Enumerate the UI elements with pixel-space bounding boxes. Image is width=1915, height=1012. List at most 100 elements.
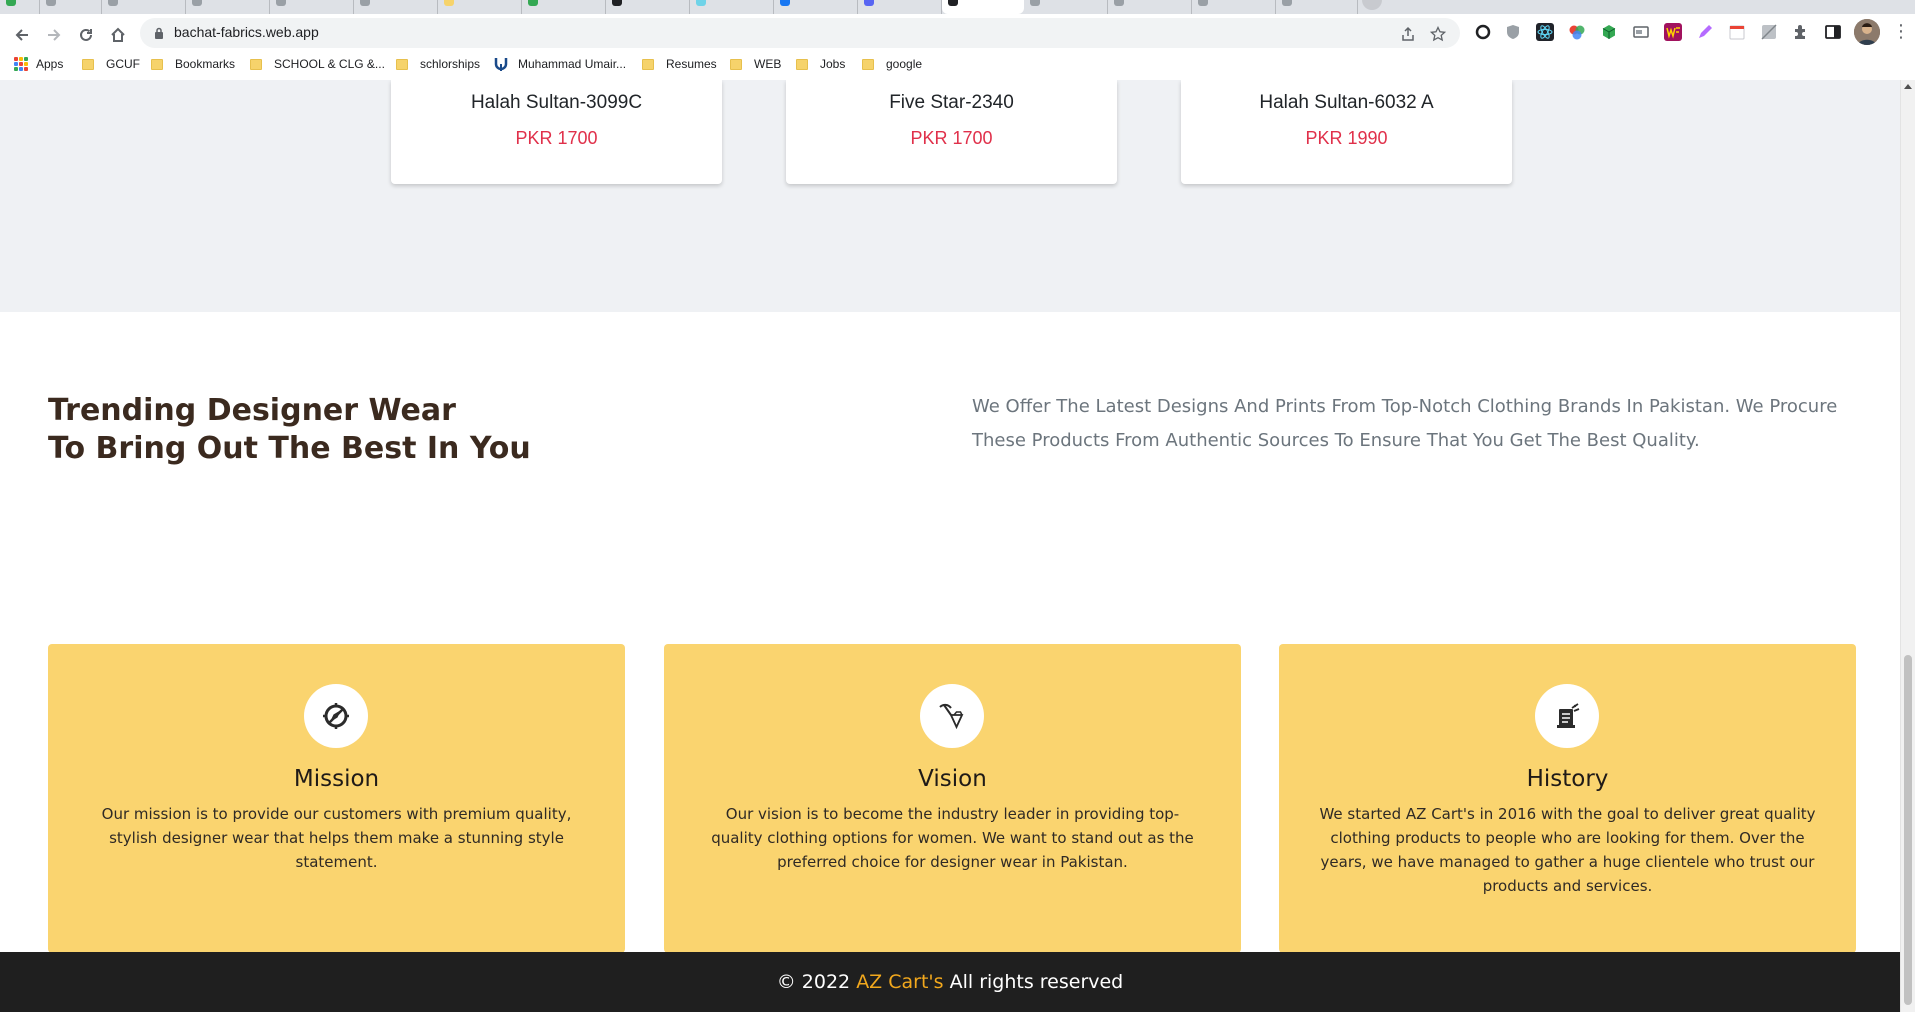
extension-color-icon[interactable] — [1568, 23, 1586, 41]
browser-tab[interactable] — [606, 0, 690, 14]
vision-card: Vision Our vision is to become the indus… — [664, 644, 1241, 953]
bookmark-label: Jobs — [820, 57, 846, 71]
headline-line-1: Trending Designer Wear — [48, 393, 456, 428]
diamond-pickaxe-icon — [939, 703, 964, 730]
browser-tab[interactable] — [522, 0, 606, 14]
footer-suffix: All rights reserved — [949, 971, 1124, 993]
forward-button[interactable] — [38, 19, 70, 51]
scroll-document-icon — [1557, 703, 1580, 728]
extension-sync-icon[interactable] — [1474, 23, 1492, 41]
product-card[interactable]: Five Star-2340 PKR 1700 — [786, 80, 1117, 184]
bookmark-button[interactable] — [1428, 24, 1448, 44]
browser-tab[interactable] — [1276, 0, 1358, 14]
bookmark-folder[interactable]: Resumes — [642, 52, 717, 76]
extension-pen-icon[interactable] — [1696, 23, 1714, 41]
page-viewport: Halah Sultan-3099C PKR 1700 Five Star-23… — [0, 80, 1900, 1012]
folder-icon — [642, 58, 654, 70]
bookmark-folder[interactable]: SCHOOL & CLG &... — [250, 52, 385, 76]
extension-wf-icon[interactable] — [1664, 23, 1682, 41]
footer-copyright: © 2022 AZ Cart's All rights reserved — [0, 952, 1900, 1012]
bookmark-label: Muhammad Umair... — [518, 57, 627, 71]
browser-tab[interactable] — [774, 0, 858, 14]
address-bar[interactable]: bachat-fabrics.web.app — [140, 18, 1460, 48]
bookmark-label: google — [886, 57, 923, 71]
about-section: Trending Designer Wear To Bring Out The … — [0, 312, 1900, 953]
lock-icon[interactable] — [154, 27, 164, 39]
extension-cube-icon[interactable] — [1600, 23, 1618, 41]
page-footer: © 2022 AZ Cart's All rights reserved — [0, 952, 1900, 1012]
browser-tab[interactable] — [1192, 0, 1276, 14]
apps-grid-icon — [14, 57, 28, 71]
bookmark-label: Resumes — [666, 57, 717, 71]
bookmark-folder[interactable]: Jobs — [796, 52, 845, 76]
bookmark-folder[interactable]: google — [862, 52, 922, 76]
bookmark-apps[interactable]: Apps — [14, 52, 63, 76]
reload-button[interactable] — [70, 19, 102, 51]
browser-tab[interactable] — [438, 0, 522, 14]
card-title: Vision — [918, 766, 987, 792]
headline-line-2: To Bring Out The Best In You — [48, 431, 531, 466]
back-button[interactable] — [6, 19, 38, 51]
scroll-up-arrow-icon[interactable] — [1904, 84, 1912, 89]
extension-gray-icon[interactable] — [1760, 23, 1778, 41]
history-card: History We started AZ Cart's in 2016 wit… — [1279, 644, 1856, 953]
bookmark-folder[interactable]: GCUF — [82, 52, 140, 76]
tab-strip — [0, 0, 1915, 14]
browser-tab[interactable] — [690, 0, 774, 14]
bookmark-folder[interactable]: Bookmarks — [151, 52, 235, 76]
mission-icon-circle — [304, 684, 368, 748]
share-button[interactable] — [1398, 24, 1418, 44]
back-arrow-icon — [15, 29, 28, 41]
home-icon — [111, 27, 125, 42]
page-scrollbar[interactable] — [1900, 80, 1915, 1012]
new-tab-button[interactable] — [1362, 0, 1382, 10]
browser-tab[interactable] — [1024, 0, 1108, 14]
bookmark-link[interactable]: Muhammad Umair... — [494, 52, 626, 76]
browser-tab-active[interactable] — [942, 0, 1024, 14]
folder-icon — [250, 58, 262, 70]
product-name[interactable]: Five Star-2340 — [786, 92, 1117, 114]
browser-tab[interactable] — [40, 0, 102, 14]
browser-tab[interactable] — [1108, 0, 1192, 14]
browser-tab[interactable] — [858, 0, 942, 14]
puzzle-icon[interactable] — [1792, 23, 1810, 41]
footer-prefix: © 2022 — [776, 971, 851, 993]
bookmark-label: WEB — [754, 57, 782, 71]
bookmark-label: GCUF — [106, 57, 140, 71]
vision-icon-circle — [920, 684, 984, 748]
reload-icon — [80, 28, 92, 41]
browser-tab[interactable] — [0, 0, 40, 14]
extension-calendar-icon[interactable] — [1728, 23, 1746, 41]
product-card[interactable]: Halah Sultan-3099C PKR 1700 — [391, 80, 722, 184]
product-card[interactable]: Halah Sultan-6032 A PKR 1990 — [1181, 80, 1512, 184]
section-tagline: We Offer The Latest Designs And Prints F… — [972, 396, 1838, 451]
browser-tab[interactable] — [270, 0, 354, 14]
product-name[interactable]: Halah Sultan-3099C — [391, 92, 722, 114]
address-url[interactable]: bachat-fabrics.web.app — [174, 24, 319, 40]
extension-window-icon[interactable] — [1632, 23, 1650, 41]
home-button[interactable] — [102, 19, 134, 51]
bookmark-folder[interactable]: WEB — [730, 52, 781, 76]
browser-tab[interactable] — [102, 0, 186, 14]
bookmark-folder[interactable]: schlorships — [396, 52, 480, 76]
more-vertical-icon[interactable]: ⋮ — [1892, 20, 1910, 44]
product-name[interactable]: Halah Sultan-6032 A — [1181, 92, 1512, 114]
card-title: Mission — [293, 766, 380, 792]
scrollbar-thumb[interactable] — [1904, 655, 1912, 1005]
bookmarks-bar: Apps GCUF Bookmarks SCHOOL & CLG &... sc… — [0, 48, 1915, 80]
product-price: PKR 1700 — [515, 128, 598, 148]
folder-icon — [396, 58, 408, 70]
card-title: History — [1526, 766, 1609, 792]
extension-shield-icon[interactable] — [1504, 23, 1522, 41]
history-icon-circle — [1535, 684, 1599, 748]
profile-avatar[interactable] — [1854, 19, 1880, 45]
browser-tab[interactable] — [354, 0, 438, 14]
side-panel-icon[interactable] — [1824, 23, 1842, 41]
bookmark-star-icon — [1430, 26, 1446, 42]
section-headline: Trending Designer Wear To Bring Out The … — [48, 392, 648, 468]
footer-brand-link[interactable]: AZ Cart's — [856, 971, 943, 993]
product-price: PKR 1700 — [910, 128, 993, 148]
extension-react-icon[interactable] — [1536, 23, 1554, 41]
bookmark-label: Bookmarks — [175, 57, 236, 71]
browser-tab[interactable] — [186, 0, 270, 14]
